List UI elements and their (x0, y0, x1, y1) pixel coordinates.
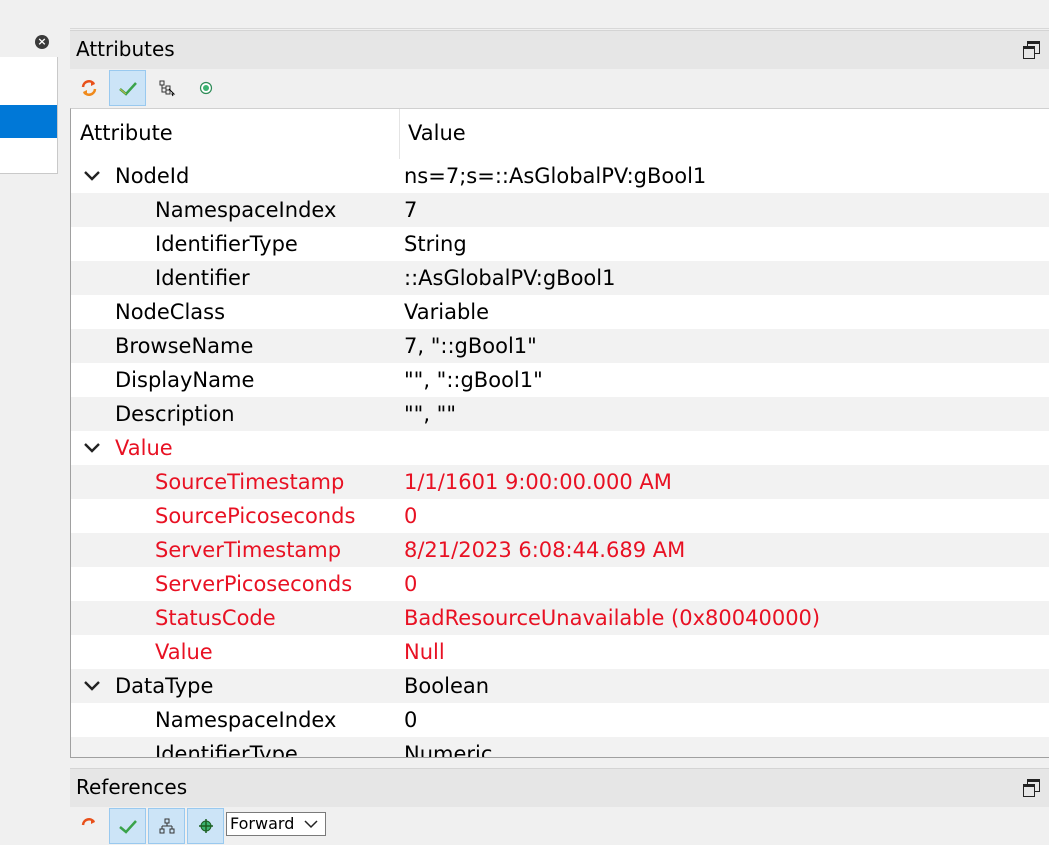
attribute-name: Description (115, 402, 235, 426)
attribute-row[interactable]: StatusCode BadResourceUnavailable (0x8004… (71, 601, 1049, 635)
column-divider[interactable] (399, 109, 400, 159)
attribute-name: NamespaceIndex (155, 708, 337, 732)
attribute-name: Identifier (155, 266, 250, 290)
attribute-name: DisplayName (115, 368, 255, 392)
attribute-row[interactable]: NodeClass Variable (71, 295, 1049, 329)
attribute-row[interactable]: IdentifierType Numeric (71, 737, 1049, 758)
radio-target-icon[interactable] (187, 70, 224, 106)
references-panel-header: References (70, 768, 1049, 808)
attribute-row[interactable]: SourcePicoseconds 0 (71, 499, 1049, 533)
left-dock-panel: × (0, 28, 59, 833)
attribute-value: "", "::gBool1" (404, 368, 543, 392)
attribute-row[interactable]: SourceTimestamp 1/1/1601 9:00:00.000 AM (71, 465, 1049, 499)
attribute-name: NamespaceIndex (155, 198, 337, 222)
expand-chevron-icon[interactable] (83, 439, 101, 457)
grid-header-row: Attribute Value (71, 109, 1049, 159)
attribute-value: 0 (404, 504, 418, 528)
attribute-row[interactable]: ServerPicoseconds 0 (71, 567, 1049, 601)
attribute-name: IdentifierType (155, 742, 298, 758)
attribute-row[interactable]: DisplayName "", "::gBool1" (71, 363, 1049, 397)
expand-chevron-icon[interactable] (83, 677, 101, 695)
attribute-name: ServerTimestamp (155, 538, 342, 562)
attributes-panel-header: Attributes (70, 30, 1049, 70)
attribute-value: 8/21/2023 6:08:44.689 AM (404, 538, 686, 562)
top-toolbar-strip (0, 0, 1049, 29)
node-add-icon[interactable] (187, 808, 224, 844)
attribute-value: Null (404, 640, 445, 664)
attribute-name: NodeClass (115, 300, 226, 324)
selected-tree-item[interactable] (0, 105, 57, 138)
attribute-value: Numeric (404, 742, 493, 758)
column-header-attribute[interactable]: Attribute (80, 121, 173, 145)
address-space-tree[interactable] (0, 57, 58, 174)
attributes-panel-title: Attributes (76, 37, 175, 61)
attribute-value: 1/1/1601 9:00:00.000 AM (404, 470, 672, 494)
attribute-name: SourcePicoseconds (155, 504, 356, 528)
attribute-row[interactable]: Identifier::AsGlobalPV:gBool1 (71, 261, 1049, 295)
attribute-value: 7 (404, 198, 418, 222)
attribute-value: 0 (404, 572, 418, 596)
chevron-down-icon (304, 820, 318, 829)
references-panel-title: References (76, 775, 188, 799)
attribute-value: Variable (404, 300, 490, 324)
checkmark-icon[interactable] (109, 808, 146, 844)
attributes-grid[interactable]: Attribute Value NodeId ns=7;s=::AsGlobalP… (70, 108, 1049, 758)
attribute-value: Boolean (404, 674, 490, 698)
attribute-name: StatusCode (155, 606, 276, 630)
attribute-name: ServerPicoseconds (155, 572, 353, 596)
attribute-row[interactable]: Value (71, 431, 1049, 465)
reference-direction-value: Forward (230, 814, 295, 833)
refresh-icon[interactable] (70, 70, 107, 106)
attribute-value: 7, "::gBool1" (404, 334, 537, 358)
references-toolbar (70, 807, 1049, 845)
refresh-icon[interactable] (70, 808, 107, 844)
hierarchy-icon[interactable] (148, 808, 185, 844)
attribute-value: String (404, 232, 467, 256)
attribute-name: DataType (115, 674, 214, 698)
attribute-row[interactable]: Value Null (71, 635, 1049, 669)
column-header-value[interactable]: Value (408, 121, 466, 145)
attribute-row[interactable]: NamespaceIndex 0 (71, 703, 1049, 737)
attribute-value: 0 (404, 708, 418, 732)
attribute-row[interactable]: Description "", "" (71, 397, 1049, 431)
attribute-name: BrowseName (115, 334, 254, 358)
attribute-name: SourceTimestamp (155, 470, 345, 494)
attribute-row[interactable]: DataType Boolean (71, 669, 1049, 703)
attribute-value: ns=7;s=::AsGlobalPV:gBool1 (404, 164, 707, 188)
close-icon[interactable]: × (35, 35, 49, 49)
attribute-name: Value (115, 436, 173, 460)
reference-direction-select[interactable]: Forward (226, 812, 326, 836)
float-window-icon[interactable] (1023, 779, 1040, 797)
attribute-value: ::AsGlobalPV:gBool1 (404, 266, 616, 290)
float-window-icon[interactable] (1023, 41, 1040, 59)
attribute-row[interactable]: ServerTimestamp 8/21/2023 6:08:44.689 AM (71, 533, 1049, 567)
attribute-name: IdentifierType (155, 232, 298, 256)
attributes-toolbar (70, 69, 1049, 107)
attribute-value: "", "" (404, 402, 456, 426)
attribute-row[interactable]: IdentifierType String (71, 227, 1049, 261)
checkmark-icon[interactable] (109, 70, 146, 106)
left-dock-header: × (0, 28, 59, 56)
attribute-name: NodeId (115, 164, 190, 188)
attribute-row[interactable]: NodeId ns=7;s=::AsGlobalPV:gBool1 (71, 159, 1049, 193)
tree-select-icon[interactable] (148, 70, 185, 106)
attribute-value: BadResourceUnavailable (0x80040000) (404, 606, 821, 630)
attribute-row[interactable]: BrowseName 7, "::gBool1" (71, 329, 1049, 363)
attribute-name: Value (155, 640, 213, 664)
expand-chevron-icon[interactable] (83, 167, 101, 185)
attribute-row[interactable]: NamespaceIndex 7 (71, 193, 1049, 227)
dock-splitter[interactable] (59, 28, 70, 833)
